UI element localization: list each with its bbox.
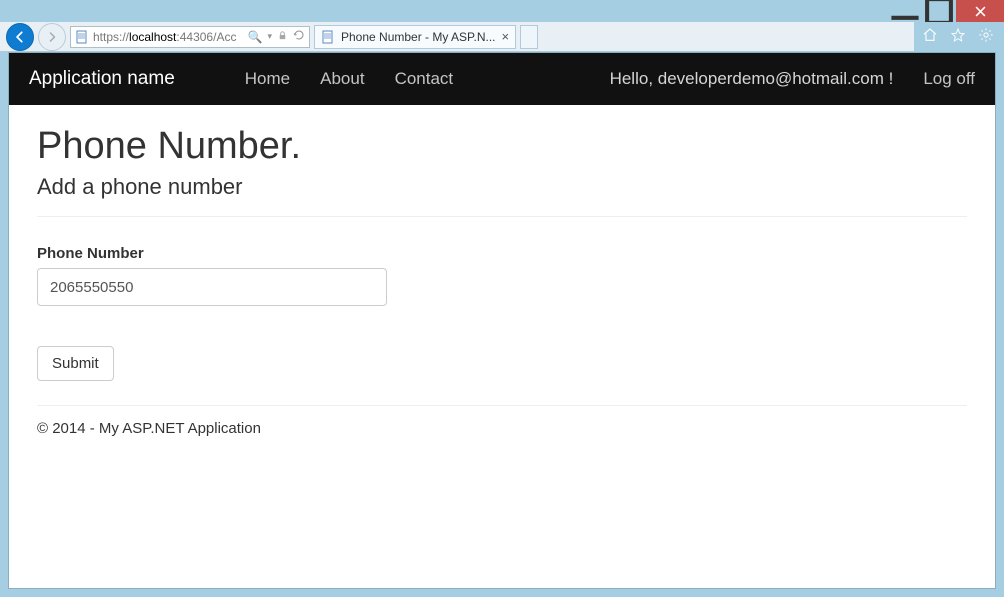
favorites-icon[interactable] <box>950 27 966 48</box>
app-navbar: Application name Home About Contact Hell… <box>9 53 995 105</box>
phone-label: Phone Number <box>37 245 967 262</box>
window-minimize-button[interactable] <box>888 0 922 22</box>
phone-form-group: Phone Number <box>37 245 967 306</box>
browser-forward-button[interactable] <box>38 23 66 51</box>
nav-greeting[interactable]: Hello, developerdemo@hotmail.com ! <box>610 69 894 89</box>
browser-address-text: https://localhost:44306/Acc <box>93 30 244 44</box>
browser-toolbar: https://localhost:44306/Acc 🔍 ▾ Phone Nu… <box>0 22 1004 52</box>
search-icon[interactable]: 🔍 <box>248 30 263 44</box>
footer-text: © 2014 - My ASP.NET Application <box>37 420 967 437</box>
app-brand[interactable]: Application name <box>29 68 175 90</box>
browser-tab-title: Phone Number - My ASP.N... <box>341 30 496 44</box>
nav-link-about[interactable]: About <box>320 69 364 89</box>
submit-button[interactable]: Submit <box>37 346 114 381</box>
divider <box>37 216 967 217</box>
footer-divider <box>37 405 967 406</box>
page-title: Phone Number. <box>37 125 967 168</box>
lock-icon <box>277 30 288 44</box>
window-maximize-button[interactable] <box>922 0 956 22</box>
nav-link-contact[interactable]: Contact <box>395 69 454 89</box>
page-icon <box>75 30 89 44</box>
browser-address-bar[interactable]: https://localhost:44306/Acc 🔍 ▾ <box>70 26 310 48</box>
refresh-icon[interactable] <box>293 29 305 44</box>
browser-back-button[interactable] <box>6 23 34 51</box>
dropdown-icon[interactable]: ▾ <box>267 31 272 42</box>
phone-input[interactable] <box>37 268 387 306</box>
browser-command-icons <box>914 22 1004 52</box>
nav-link-logoff[interactable]: Log off <box>923 69 975 89</box>
page-body: Phone Number. Add a phone number Phone N… <box>9 105 995 457</box>
browser-viewport: Application name Home About Contact Hell… <box>8 52 996 589</box>
window-titlebar <box>0 0 1004 22</box>
browser-new-tab-button[interactable] <box>520 25 538 49</box>
browser-tab[interactable]: Phone Number - My ASP.N... × <box>314 25 516 49</box>
tab-page-icon <box>321 30 335 44</box>
tab-close-button[interactable]: × <box>502 29 510 44</box>
tools-gear-icon[interactable] <box>978 27 994 48</box>
page-subtitle: Add a phone number <box>37 174 967 200</box>
home-icon[interactable] <box>922 27 938 48</box>
nav-link-home[interactable]: Home <box>245 69 290 89</box>
window-close-button[interactable] <box>956 0 1004 22</box>
